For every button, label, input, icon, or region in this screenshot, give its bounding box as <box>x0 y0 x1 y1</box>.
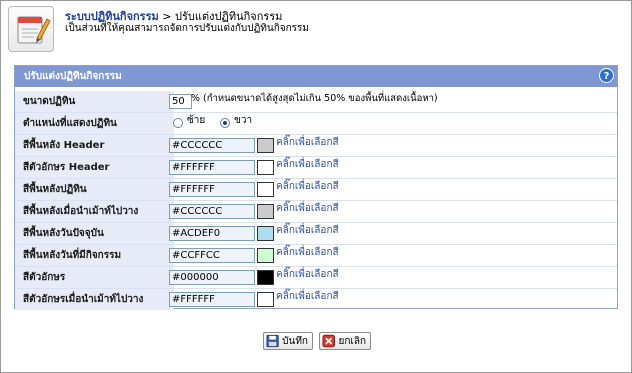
color-row-header-text: สีตัวอักษร Header #FFFFFF คลิ๊กเพื่อเลือ… <box>15 157 617 179</box>
color-swatch[interactable] <box>257 226 274 241</box>
pick-color-link[interactable]: คลิ๊กเพื่อเลือกสี <box>276 267 339 282</box>
pick-color-link[interactable]: คลิ๊กเพื่อเลือกสี <box>276 289 339 304</box>
color-row-header-bg: สีพื้นหลัง Header #CCCCCC คลิ๊กเพื่อเลือ… <box>15 135 617 157</box>
cancel-button-label: ยกเลิก <box>338 335 366 347</box>
settings-panel: ปรับแต่งปฏิทินกิจกรรม ? ขนาดปฏิทิน 50 % … <box>14 65 618 310</box>
position-right-label: ขวา <box>234 115 253 126</box>
pick-color-link[interactable]: คลิ๊กเพื่อเลือกสี <box>276 223 339 238</box>
pick-color-link[interactable]: คลิ๊กเพื่อเลือกสี <box>276 201 339 216</box>
pick-color-link[interactable]: คลิ๊กเพื่อเลือกสี <box>276 135 339 150</box>
save-button[interactable]: บันทึก <box>263 332 313 350</box>
size-row: ขนาดปฏิทิน 50 % (กำหนดขนาดได้สูงสุดไม่เก… <box>15 91 617 113</box>
svg-text:?: ? <box>604 71 610 82</box>
color-row-hover-text: สีตัวอักษรเมื่อนำเม้าท์ไปวาง #FFFFFF คลิ… <box>15 289 617 310</box>
color-value-input[interactable]: #ACDEF0 <box>169 226 255 241</box>
size-input[interactable]: 50 <box>169 94 192 109</box>
window-frame: ระบบปฏิทินกิจกรรม > ปรับแต่งปฏิทินกิจกรร… <box>0 0 632 373</box>
size-label: ขนาดปฏิทิน <box>15 91 174 112</box>
pick-color-link[interactable]: คลิ๊กเพื่อเลือกสี <box>276 157 339 172</box>
color-swatch[interactable] <box>257 292 274 307</box>
color-value-input[interactable]: #FFFFFF <box>169 160 255 175</box>
position-right-radio[interactable] <box>220 118 230 128</box>
color-swatch[interactable] <box>257 270 274 285</box>
color-row-today-bg: สีพื้นหลังวันปัจจุบัน #ACDEF0 คลิ๊กเพื่อ… <box>15 223 617 245</box>
color-swatch[interactable] <box>257 182 274 197</box>
save-icon <box>266 334 279 348</box>
color-row-text: สีตัวอักษร #000000 คลิ๊กเพื่อเลือกสี <box>15 267 617 289</box>
cancel-button[interactable]: ยกเลิก <box>319 332 371 350</box>
color-value-input[interactable]: #000000 <box>169 270 255 285</box>
position-row: ตำแหน่งที่แสดงปฏิทิน ซ้าย ขวา <box>15 113 617 135</box>
size-note: % (กำหนดขนาดได้สูงสุดไม่เกิน 50% ของพื้น… <box>191 93 438 104</box>
color-value-input[interactable]: #CCCCCC <box>169 138 255 153</box>
color-swatch[interactable] <box>257 248 274 263</box>
color-label: สีตัวอักษรเมื่อนำเม้าท์ไปวาง <box>15 289 174 310</box>
color-label: สีพื้นหลังวันที่มีกิจกรรม <box>15 245 174 266</box>
pick-color-link[interactable]: คลิ๊กเพื่อเลือกสี <box>276 179 339 194</box>
color-row-calendar-bg: สีพื้นหลังปฏิทิน #FFFFFF คลิ๊กเพื่อเลือก… <box>15 179 617 201</box>
color-row-event-bg: สีพื้นหลังวันที่มีกิจกรรม #CCFFCC คลิ๊กเ… <box>15 245 617 267</box>
color-label: สีพื้นหลัง Header <box>15 135 174 156</box>
color-swatch[interactable] <box>257 138 274 153</box>
color-swatch[interactable] <box>257 160 274 175</box>
color-value-input[interactable]: #FFFFFF <box>169 292 255 307</box>
color-value-input[interactable]: #FFFFFF <box>169 182 255 197</box>
save-button-label: บันทึก <box>282 335 308 347</box>
cancel-icon <box>322 334 336 348</box>
panel-title: ปรับแต่งปฏิทินกิจกรรม <box>24 71 122 82</box>
color-value-input[interactable]: #CCFFCC <box>169 248 255 263</box>
color-label: สีพื้นหลังวันปัจจุบัน <box>15 223 174 244</box>
color-label: สีตัวอักษร <box>15 267 174 288</box>
page-subtitle: เป็นส่วนที่ให้คุณสามารถจัดการปรับแต่งกับ… <box>65 23 310 34</box>
panel-header: ปรับแต่งปฏิทินกิจกรรม ? <box>15 66 617 87</box>
position-left-radio[interactable] <box>173 118 183 128</box>
color-label: สีพื้นหลังเมื่อนำเม้าท์ไปวาง <box>15 201 174 222</box>
color-row-hover-bg: สีพื้นหลังเมื่อนำเม้าท์ไปวาง #CCCCCC คลิ… <box>15 201 617 223</box>
color-label: สีตัวอักษร Header <box>15 157 174 178</box>
position-left-label: ซ้าย <box>187 115 206 126</box>
color-swatch[interactable] <box>257 204 274 219</box>
calendar-app-icon <box>8 6 54 52</box>
color-label: สีพื้นหลังปฏิทิน <box>15 179 174 200</box>
pick-color-link[interactable]: คลิ๊กเพื่อเลือกสี <box>276 245 339 260</box>
color-value-input[interactable]: #CCCCCC <box>169 204 255 219</box>
help-icon[interactable]: ? <box>599 68 614 83</box>
position-label: ตำแหน่งที่แสดงปฏิทิน <box>15 113 174 134</box>
